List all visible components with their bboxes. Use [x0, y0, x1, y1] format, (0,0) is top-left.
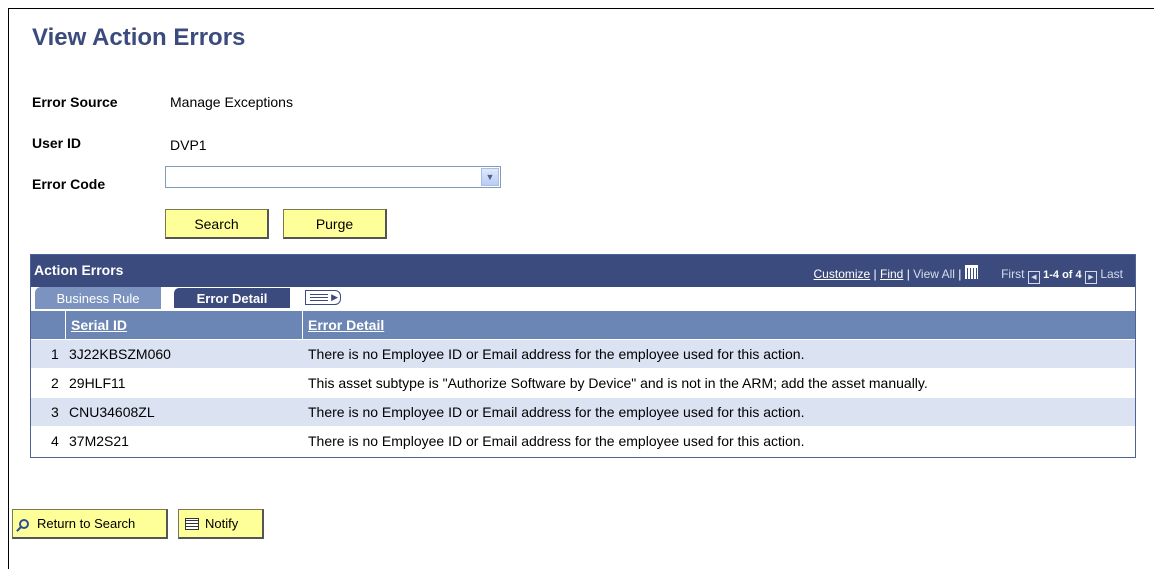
- error-code-select[interactable]: ▼: [165, 166, 501, 188]
- error-detail-cell: There is no Employee ID or Email address…: [308, 346, 805, 362]
- first-link[interactable]: First: [1001, 267, 1024, 281]
- user-id-value: DVP1: [170, 137, 207, 153]
- error-code-label: Error Code: [32, 176, 106, 192]
- table-row: 3 CNU34608ZL There is no Employee ID or …: [31, 397, 1135, 427]
- page-frame-left: [8, 8, 9, 569]
- find-link[interactable]: Find: [880, 267, 903, 281]
- notify-icon: [185, 517, 199, 530]
- grid-title: Action Errors: [34, 262, 124, 278]
- download-grid-icon[interactable]: [964, 265, 978, 279]
- view-all-link[interactable]: View All: [913, 267, 955, 281]
- action-errors-grid: Action Errors Customize | Find | View Al…: [30, 254, 1136, 458]
- tab-business-rule[interactable]: Business Rule: [35, 287, 161, 309]
- grid-header: Action Errors Customize | Find | View Al…: [31, 255, 1135, 287]
- error-detail-cell: There is no Employee ID or Email address…: [308, 404, 805, 420]
- row-number: 1: [51, 346, 59, 362]
- search-icon: [19, 518, 29, 529]
- page-title: View Action Errors: [32, 24, 246, 51]
- column-header-error-detail[interactable]: Error Detail: [303, 311, 1135, 339]
- return-to-search-button[interactable]: Return to Search: [12, 509, 168, 539]
- serial-id-cell: 3J22KBSZM060: [69, 346, 171, 362]
- row-range: 1-4 of 4: [1043, 269, 1082, 281]
- serial-id-cell: 37M2S21: [69, 433, 129, 449]
- error-detail-cell: This asset subtype is "Authorize Softwar…: [308, 375, 928, 391]
- row-number: 2: [51, 375, 59, 391]
- notify-label: Notify: [205, 516, 239, 531]
- column-header-serial-id[interactable]: Serial ID: [66, 311, 302, 339]
- error-source-label: Error Source: [32, 94, 118, 110]
- previous-icon[interactable]: ◀: [1027, 271, 1040, 284]
- next-icon[interactable]: ▶: [1084, 271, 1097, 284]
- serial-id-cell: CNU34608ZL: [69, 404, 155, 420]
- table-row: 4 37M2S21 There is no Employee ID or Ema…: [31, 426, 1135, 456]
- row-number-header: [31, 311, 65, 339]
- row-number: 3: [51, 404, 59, 420]
- table-row: 2 29HLF11 This asset subtype is "Authori…: [31, 368, 1135, 398]
- table-row: 1 3J22KBSZM060 There is no Employee ID o…: [31, 339, 1135, 369]
- customize-link[interactable]: Customize: [814, 267, 871, 281]
- grid-navigation: Customize | Find | View All | First ◀ 1-…: [814, 265, 1123, 284]
- notify-button[interactable]: Notify: [178, 509, 264, 539]
- error-source-value: Manage Exceptions: [170, 94, 293, 110]
- serial-id-cell: 29HLF11: [69, 375, 126, 391]
- purge-button[interactable]: Purge: [283, 209, 387, 239]
- user-id-label: User ID: [32, 135, 82, 151]
- page-frame-top: [8, 8, 1154, 9]
- last-link[interactable]: Last: [1100, 267, 1123, 281]
- search-button[interactable]: Search: [165, 209, 269, 239]
- row-number: 4: [51, 433, 59, 449]
- tab-error-detail[interactable]: Error Detail: [173, 287, 291, 309]
- show-all-columns-icon[interactable]: ▶: [305, 290, 341, 305]
- error-detail-cell: There is no Employee ID or Email address…: [308, 433, 805, 449]
- chevron-down-icon[interactable]: ▼: [481, 168, 499, 186]
- return-to-search-label: Return to Search: [37, 516, 136, 531]
